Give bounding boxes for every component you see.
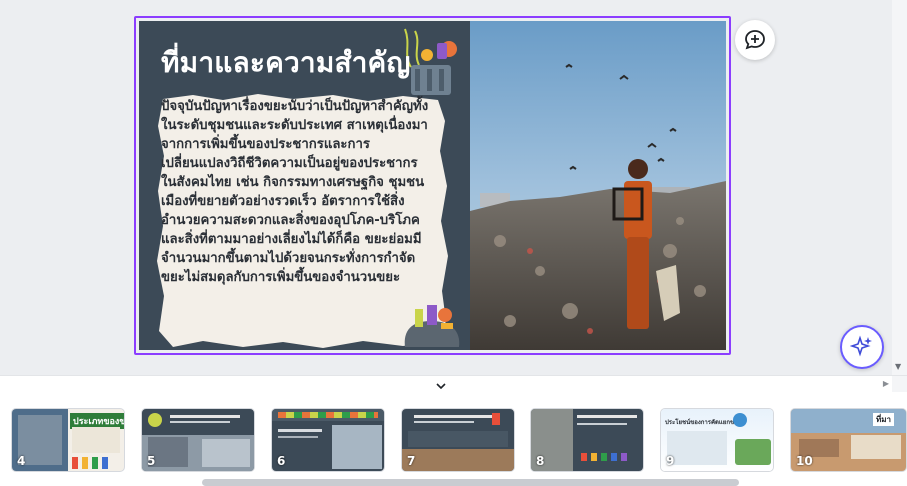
add-comment-button[interactable]	[735, 20, 775, 60]
page-thumbnail[interactable]: ประโยชน์ของการคัดแยกขยะ 9	[660, 408, 774, 472]
child-on-landfill-photo[interactable]	[470, 21, 726, 350]
page-number: 10	[796, 454, 813, 468]
page-number: 5	[147, 454, 156, 468]
page-number: 4	[17, 454, 26, 468]
magic-assistant-button[interactable]	[840, 325, 884, 369]
page-thumbnail-strip: ประเภทของขยะ 4 5 6 7	[0, 392, 907, 486]
editor-canvas: ที่มาและความสำคัญ ปัจจุบันปัญหาเรื่องขยะ…	[0, 0, 892, 375]
scroll-down-arrow-icon[interactable]: ▼	[895, 362, 901, 371]
selected-slide-frame[interactable]: ที่มาและความสำคัญ ปัจจุบันปัญหาเรื่องขยะ…	[134, 16, 731, 355]
slide-body-text[interactable]: ปัจจุบันปัญหาเรื่องขยะนับว่าเป็นปัญหาสำค…	[161, 97, 431, 287]
sparkle-icon	[850, 335, 872, 357]
page-thumbnail[interactable]: 7	[401, 408, 515, 472]
vertical-scrollbar[interactable]: ▼	[892, 0, 907, 375]
page-number: 8	[536, 454, 545, 468]
scroll-corner	[892, 376, 907, 393]
page-thumbnail[interactable]: 8	[530, 408, 644, 472]
slide-title[interactable]: ที่มาและความสำคัญ	[161, 41, 411, 85]
add-comment-icon	[745, 30, 765, 50]
page-number: 7	[407, 454, 416, 468]
page-number: 9	[666, 454, 675, 468]
thumbnail-heading: ที่มา	[873, 413, 895, 426]
page-thumbnail[interactable]: ที่มา 10	[790, 408, 907, 472]
slide[interactable]: ที่มาและความสำคัญ ปัจจุบันปัญหาเรื่องขยะ…	[139, 21, 726, 350]
horizontal-scrollbar[interactable]	[0, 478, 907, 486]
thumbnail-heading: ประโยชน์ของการคัดแยกขยะ	[665, 419, 741, 426]
page-thumbnail[interactable]: 5	[141, 408, 255, 472]
page-number: 6	[277, 454, 286, 468]
chevron-down-icon	[436, 383, 446, 389]
horizontal-scroll-thumb[interactable]	[202, 479, 739, 486]
trash-bag-decoration-icon	[404, 305, 460, 347]
page-thumbnail[interactable]: ประเภทของขยะ 4	[11, 408, 125, 472]
scroll-right-arrow-icon[interactable]: ▶	[883, 379, 889, 388]
page-thumbnail[interactable]: 6	[271, 408, 385, 472]
